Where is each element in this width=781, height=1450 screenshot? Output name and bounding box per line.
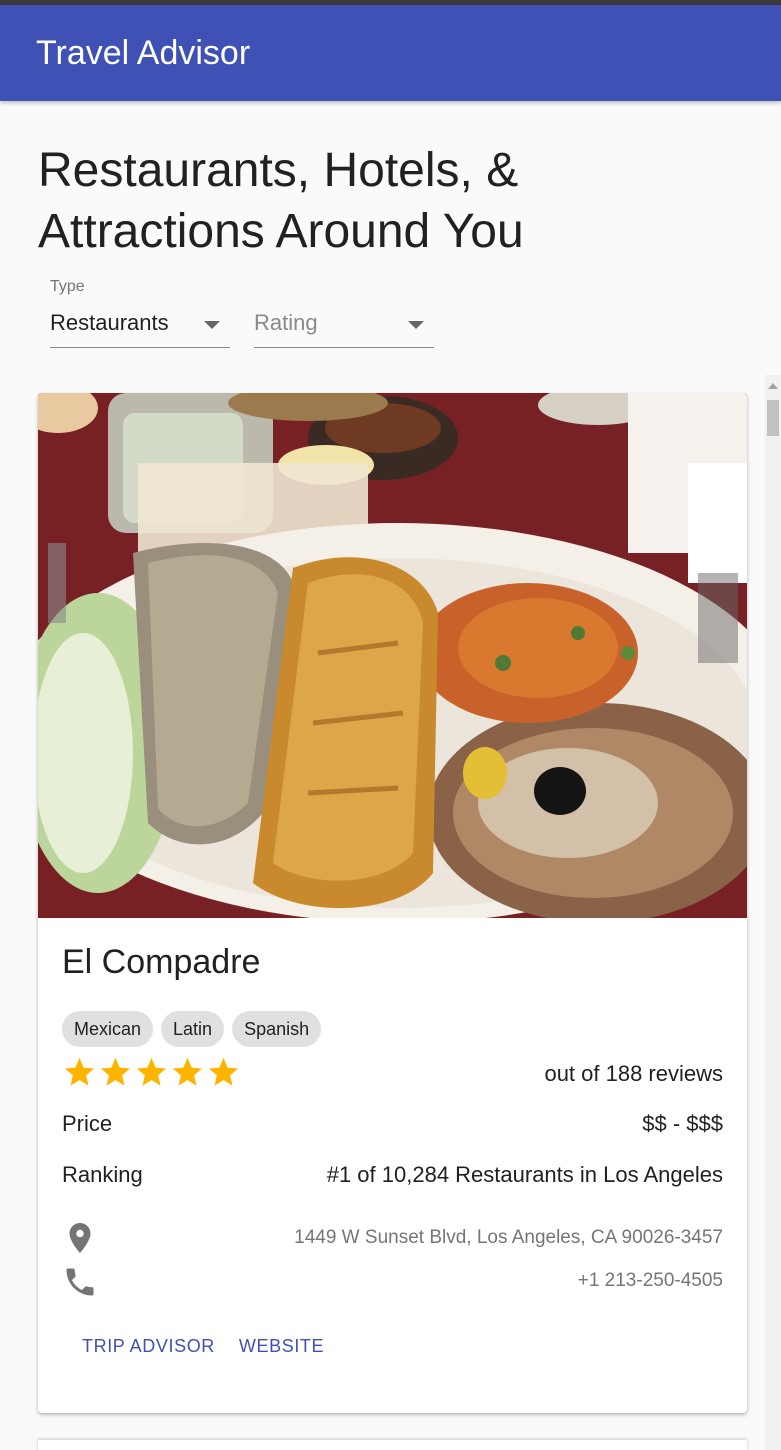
scroll-thumb[interactable] [767,400,779,436]
rating-select[interactable]: Rating [254,276,434,348]
price-label: Price [62,1111,113,1136]
rating-select-placeholder: Rating [254,310,318,335]
type-select-value: Restaurants [50,310,169,335]
rating-stars [62,1055,241,1090]
trip-advisor-button[interactable]: TRIP ADVISOR [70,1328,227,1364]
cuisine-chips: Mexican Latin Spanish [62,1011,322,1047]
ranking-label: Ranking [62,1162,143,1187]
app-title: Travel Advisor [36,34,251,72]
type-select-label: Type [50,278,85,295]
type-select-underline [50,347,230,348]
star-icon [64,1057,95,1086]
rating-select-underline [254,347,434,348]
page-heading: Restaurants, Hotels, & Attractions Aroun… [38,144,524,258]
place-name: El Compadre [62,943,261,981]
location-pin-icon [62,1220,98,1256]
chevron-down-icon [408,321,424,329]
chevron-down-icon [204,321,220,329]
star-icon [208,1057,239,1086]
card-actions: TRIP ADVISOR WEBSITE [70,1328,336,1364]
star-icon [100,1057,131,1086]
app-bar: Travel Advisor [0,5,781,101]
cuisine-chip[interactable]: Mexican [62,1011,154,1047]
scroll-up-arrow-icon[interactable] [768,383,778,389]
website-button[interactable]: WEBSITE [227,1328,336,1364]
review-count: out of 188 reviews [544,1061,723,1086]
star-icon [136,1057,167,1086]
phone-text: +1 213-250-4505 [577,1270,723,1291]
address-text: 1449 W Sunset Blvd, Los Angeles, CA 9002… [294,1227,723,1248]
price-value: $$ - $$$ [642,1111,723,1136]
cuisine-chip[interactable]: Spanish [232,1011,322,1047]
phone-icon [62,1264,98,1300]
list-scrollbar[interactable] [765,375,781,1450]
cuisine-chip[interactable]: Latin [161,1011,225,1047]
place-photo [38,393,747,918]
type-select[interactable]: Type Restaurants [50,276,230,348]
star-icon [172,1057,203,1086]
place-card: El Compadre Mexican Latin Spanish out of… [38,393,747,1413]
ranking-value: #1 of 10,284 Restaurants in Los Angeles [326,1162,723,1187]
next-place-card [38,1440,747,1450]
